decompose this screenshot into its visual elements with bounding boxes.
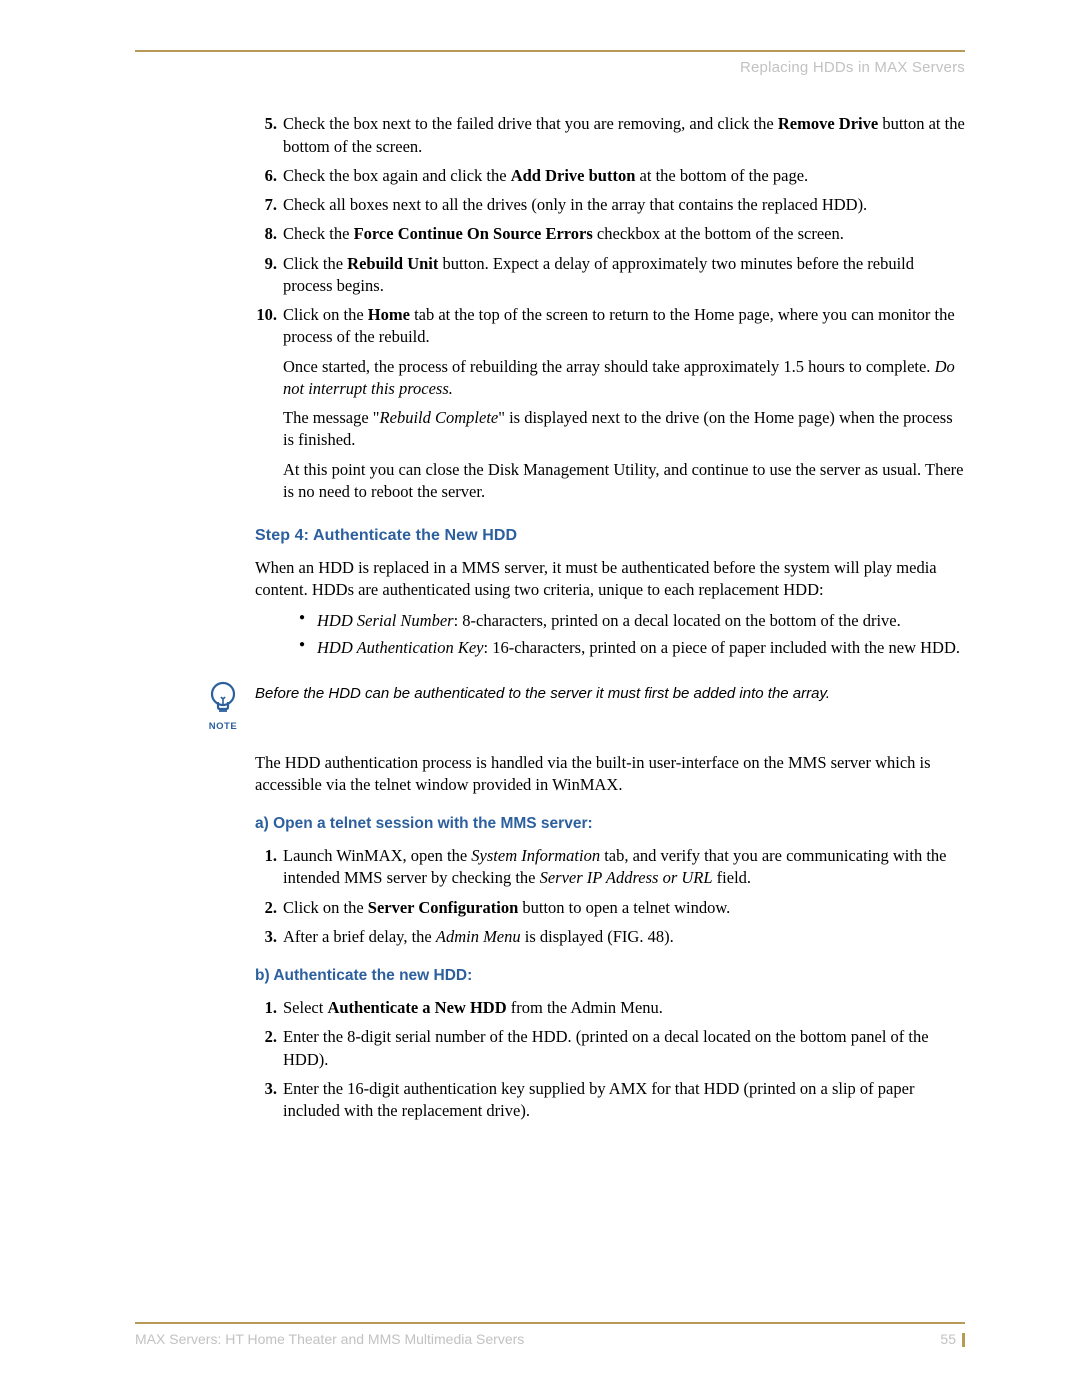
list-item-paragraph: At this point you can close the Disk Man… xyxy=(283,459,965,504)
list-item: Check the box again and click the Add Dr… xyxy=(255,165,965,187)
list-item-paragraph: The message "Rebuild Complete" is displa… xyxy=(283,407,965,452)
bullet-item: HDD Authentication Key: 16-characters, p… xyxy=(299,637,965,659)
list-item: Check all boxes next to all the drives (… xyxy=(255,194,965,216)
note-label: NOTE xyxy=(200,721,246,734)
note-text: Before the HDD can be authenticated to t… xyxy=(255,679,830,705)
after-note-para: The HDD authentication process is handle… xyxy=(255,752,965,797)
list-item: After a brief delay, the Admin Menu is d… xyxy=(255,926,965,948)
note-icon-container: NOTE xyxy=(200,679,246,734)
footer-tick-icon xyxy=(962,1333,965,1347)
bullet-item: HDD Serial Number: 8-characters, printed… xyxy=(299,610,965,632)
list-item: Click on the Home tab at the top of the … xyxy=(255,304,965,503)
section-a-heading: a) Open a telnet session with the MMS se… xyxy=(255,814,965,835)
step4-heading: Step 4: Authenticate the New HDD xyxy=(255,525,965,547)
step-list-continued: Check the box next to the failed drive t… xyxy=(255,113,965,503)
header-rule xyxy=(135,50,965,52)
criteria-list: HDD Serial Number: 8-characters, printed… xyxy=(255,610,965,659)
section-a-list: Launch WinMAX, open the System Informati… xyxy=(255,845,965,948)
list-item: Check the box next to the failed drive t… xyxy=(255,113,965,158)
page-number: 55 xyxy=(940,1330,956,1349)
list-item: Click the Rebuild Unit button. Expect a … xyxy=(255,253,965,298)
list-item: Select Authenticate a New HDD from the A… xyxy=(255,997,965,1019)
page-content: Check the box next to the failed drive t… xyxy=(255,113,965,1122)
list-item: Enter the 16-digit authentication key su… xyxy=(255,1078,965,1123)
list-item-paragraph: Once started, the process of rebuilding … xyxy=(283,356,965,401)
list-item: Check the Force Continue On Source Error… xyxy=(255,223,965,245)
section-b-heading: b) Authenticate the new HDD: xyxy=(255,966,965,987)
footer-page-group: 55 xyxy=(940,1330,965,1349)
document-page: Replacing HDDs in MAX Servers Check the … xyxy=(0,0,1080,1397)
page-footer: MAX Servers: HT Home Theater and MMS Mul… xyxy=(135,1322,965,1349)
step4-intro: When an HDD is replaced in a MMS server,… xyxy=(255,557,965,602)
list-item: Click on the Server Configuration button… xyxy=(255,897,965,919)
lightbulb-icon xyxy=(205,679,241,719)
list-item: Enter the 8-digit serial number of the H… xyxy=(255,1026,965,1071)
footer-title: MAX Servers: HT Home Theater and MMS Mul… xyxy=(135,1330,524,1349)
list-item: Launch WinMAX, open the System Informati… xyxy=(255,845,965,890)
page-header-title: Replacing HDDs in MAX Servers xyxy=(135,58,965,78)
section-b-list: Select Authenticate a New HDD from the A… xyxy=(255,997,965,1122)
note-block: NOTE Before the HDD can be authenticated… xyxy=(200,679,965,734)
